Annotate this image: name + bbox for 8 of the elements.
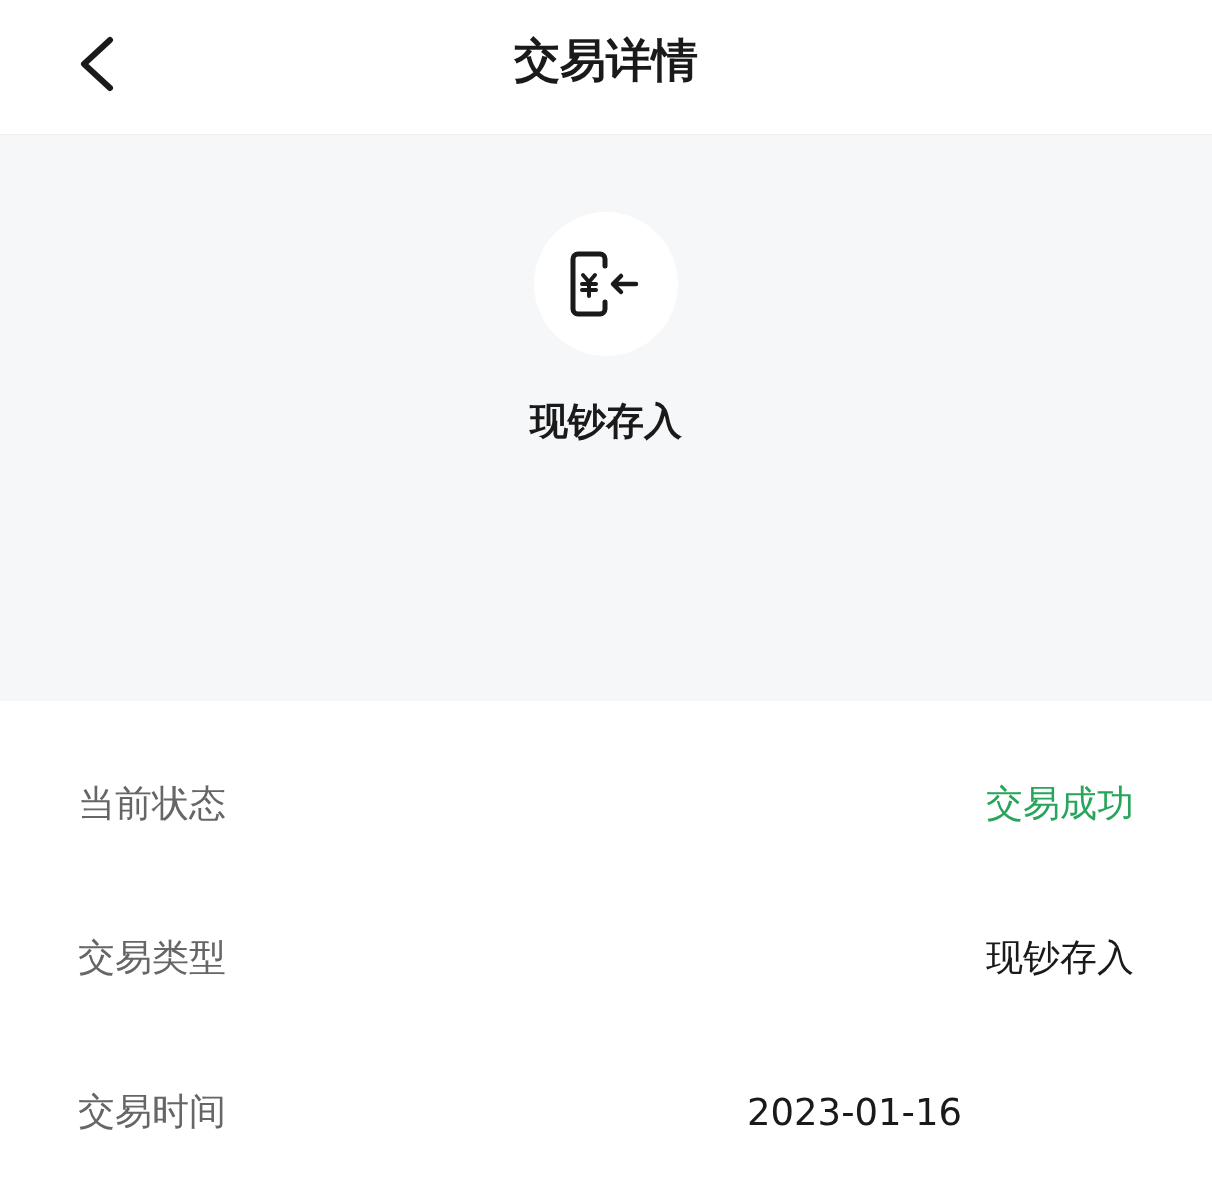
detail-value: 交易成功 [986,781,1134,827]
detail-value: 现钞存入 [986,935,1134,981]
detail-value: 2023-01-16 [746,1090,962,1134]
page-title: 交易详情 [514,32,698,89]
detail-label: 当前状态 [78,781,226,827]
transaction-type-label: 现钞存入 [530,398,682,445]
detail-label: 交易时间 [78,1089,226,1135]
detail-label: 交易类型 [78,935,226,981]
